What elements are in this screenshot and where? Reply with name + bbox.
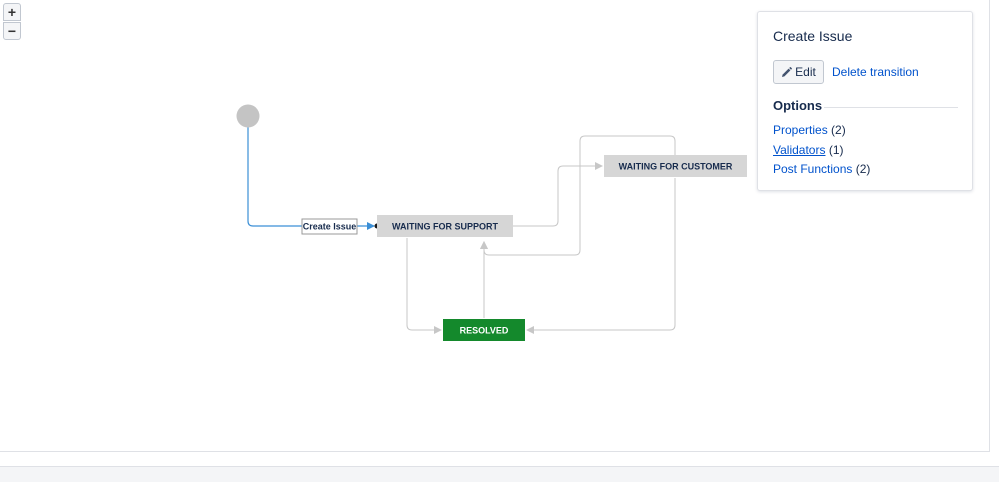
create-issue-transition-label[interactable]: Create Issue (301, 218, 358, 235)
status-label: WAITING FOR SUPPORT (392, 222, 499, 232)
status-waiting-for-customer[interactable]: WAITING FOR CUSTOMER (604, 155, 747, 177)
options-divider (824, 107, 958, 108)
transition-customer-to-resolved[interactable] (526, 178, 676, 334)
validators-link[interactable]: Validators (773, 143, 825, 157)
pencil-icon (781, 66, 793, 78)
create-issue-label-text: Create Issue (303, 222, 357, 232)
status-label: RESOLVED (460, 326, 509, 336)
status-waiting-for-support[interactable]: WAITING FOR SUPPORT (377, 215, 513, 237)
transition-support-to-resolved[interactable] (406, 238, 442, 334)
edit-button-label: Edit (795, 65, 816, 79)
properties-link[interactable]: Properties (773, 123, 828, 137)
transition-details-panel: Create Issue Edit Delete transition Opti… (757, 11, 973, 191)
properties-count: (2) (831, 123, 846, 137)
start-node[interactable] (236, 104, 260, 128)
edit-button[interactable]: Edit (773, 60, 824, 84)
transition-create-issue[interactable] (247, 127, 303, 227)
options-heading: Options (773, 98, 823, 113)
option-row-properties: Properties (2) (773, 123, 846, 137)
transition-customer-to-support[interactable] (480, 135, 676, 256)
post-functions-link[interactable]: Post Functions (773, 162, 852, 176)
status-label: WAITING FOR CUSTOMER (619, 162, 733, 172)
validators-count: (1) (828, 143, 844, 157)
option-row-post-functions: Post Functions (2) (773, 162, 870, 176)
post-functions-count: (2) (855, 162, 871, 176)
transition-support-to-customer[interactable] (513, 162, 603, 227)
panel-title: Create Issue (773, 28, 853, 44)
delete-transition-link[interactable]: Delete transition (832, 65, 919, 79)
status-resolved[interactable]: RESOLVED (443, 319, 525, 341)
option-row-validators: Validators (1) (773, 143, 844, 157)
